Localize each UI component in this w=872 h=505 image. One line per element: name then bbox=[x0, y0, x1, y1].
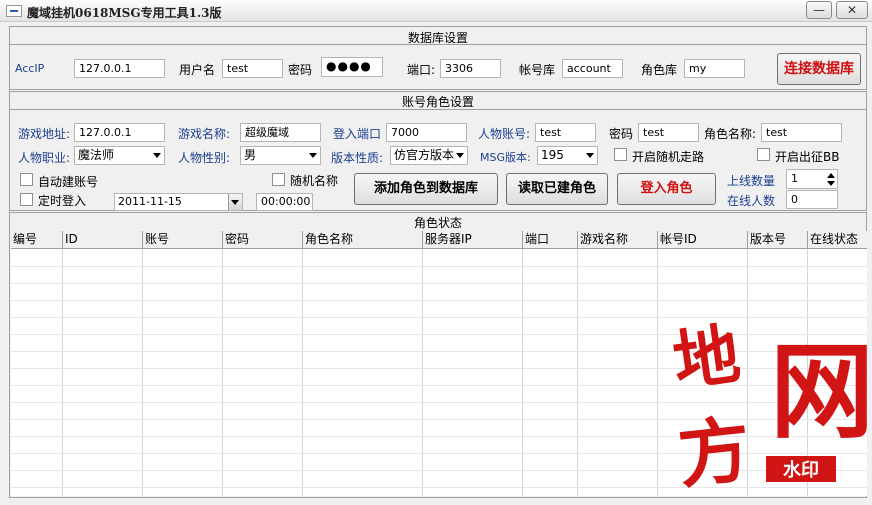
game-address-label: 游戏地址: bbox=[18, 127, 71, 141]
col-header-account[interactable]: 账号 bbox=[143, 231, 223, 249]
db-settings-panel: 数据库设置 AccIP 127.0.0.1 用户名 test 密码 ●●●● 端… bbox=[9, 26, 867, 90]
random-name-checkbox[interactable] bbox=[272, 173, 285, 186]
role-db-label: 角色库 bbox=[641, 63, 678, 77]
account-db-label: 帐号库 bbox=[519, 63, 556, 77]
char-account-input[interactable]: test bbox=[535, 123, 596, 142]
game-address-input[interactable]: 127.0.0.1 bbox=[74, 123, 165, 142]
role-name-input[interactable]: test bbox=[761, 123, 842, 142]
msg-version-select[interactable]: 195 bbox=[537, 146, 598, 165]
gender-value: 男 bbox=[244, 148, 257, 162]
random-walk-checkbox[interactable] bbox=[614, 148, 627, 161]
app-icon bbox=[6, 5, 22, 17]
login-port-label: 登入端口 bbox=[333, 127, 382, 141]
random-walk-label: 开启随机走路 bbox=[632, 150, 705, 164]
watermark-logo: 地 方 网 水印 bbox=[669, 310, 872, 502]
timed-login-checkbox[interactable] bbox=[20, 193, 33, 206]
title-bar: 魔域挂机0618MSG专用工具1.3版 — ✕ bbox=[0, 0, 872, 22]
login-port-input[interactable]: 7000 bbox=[386, 123, 467, 142]
auto-create-label: 自动建账号 bbox=[38, 175, 99, 189]
account-settings-panel: 账号角色设置 游戏地址: 127.0.0.1 游戏名称: 超级魔域 登入端口 7… bbox=[9, 91, 867, 211]
chevron-down-icon bbox=[586, 153, 594, 158]
password-label: 密码 bbox=[288, 63, 313, 77]
msg-version-value: 195 bbox=[541, 148, 564, 162]
table-header: 编号 ID 账号 密码 角色名称 服务器IP 端口 游戏名称 帐号ID 版本号 … bbox=[11, 231, 867, 249]
close-button[interactable]: ✕ bbox=[836, 1, 868, 19]
port-label: 端口: bbox=[407, 63, 436, 77]
col-header-game-name[interactable]: 游戏名称 bbox=[578, 231, 658, 249]
time-input[interactable]: 00:00:00 bbox=[256, 193, 313, 211]
online-count-label: 上线数量 bbox=[727, 174, 776, 188]
random-name-label: 随机名称 bbox=[290, 174, 339, 188]
online-people-label: 在线人数 bbox=[727, 194, 776, 208]
auto-create-checkbox[interactable] bbox=[20, 173, 33, 186]
account-db-input[interactable]: account bbox=[562, 59, 623, 78]
col-header-password[interactable]: 密码 bbox=[223, 231, 303, 249]
date-value: 2011-11-15 bbox=[118, 195, 182, 208]
gender-label: 人物性别: bbox=[178, 151, 231, 165]
role-password-input[interactable]: test bbox=[638, 123, 699, 142]
role-name-label: 角色名称: bbox=[704, 127, 757, 141]
chevron-down-icon bbox=[456, 153, 464, 158]
date-picker[interactable]: 2011-11-15 bbox=[114, 193, 243, 211]
role-password-label: 密码 bbox=[609, 127, 634, 141]
svg-text:地: 地 bbox=[672, 315, 745, 401]
game-name-label: 游戏名称: bbox=[178, 127, 231, 141]
connect-database-button[interactable]: 连接数据库 bbox=[777, 53, 861, 85]
col-header-version[interactable]: 版本号 bbox=[748, 231, 808, 249]
username-label: 用户名 bbox=[179, 63, 216, 77]
msg-version-label: MSG版本: bbox=[480, 151, 531, 164]
online-count-value: 1 bbox=[791, 172, 798, 185]
username-input[interactable]: test bbox=[222, 59, 283, 78]
expedition-label: 开启出征BB bbox=[775, 150, 840, 164]
col-header-id[interactable]: ID bbox=[63, 231, 143, 249]
role-status-title: 角色状态 bbox=[413, 216, 462, 230]
col-header-online-status[interactable]: 在线状态 bbox=[808, 231, 867, 249]
svg-text:水印: 水印 bbox=[783, 459, 819, 481]
expedition-checkbox[interactable] bbox=[757, 148, 770, 161]
char-account-label: 人物账号: bbox=[478, 127, 531, 141]
svg-text:方: 方 bbox=[674, 406, 755, 498]
port-input[interactable]: 3306 bbox=[440, 59, 501, 78]
version-type-value: 仿官方版本 bbox=[394, 148, 455, 162]
online-people-input[interactable]: 0 bbox=[786, 190, 838, 209]
version-type-select[interactable]: 仿官方版本 bbox=[390, 146, 468, 165]
col-header-role-name[interactable]: 角色名称 bbox=[303, 231, 423, 249]
acc-ip-label: AccIP bbox=[15, 62, 45, 75]
gender-select[interactable]: 男 bbox=[240, 146, 321, 165]
svg-text:网: 网 bbox=[770, 330, 872, 453]
profession-value: 魔法师 bbox=[78, 148, 115, 162]
account-settings-title: 账号角色设置 bbox=[401, 95, 474, 109]
read-roles-button[interactable]: 读取已建角色 bbox=[506, 173, 608, 205]
minimize-button[interactable]: — bbox=[806, 1, 832, 19]
col-header-server-ip[interactable]: 服务器IP bbox=[423, 231, 523, 249]
add-role-button[interactable]: 添加角色到数据库 bbox=[354, 173, 498, 205]
profession-select[interactable]: 魔法师 bbox=[74, 146, 165, 165]
acc-ip-input[interactable]: 127.0.0.1 bbox=[74, 59, 165, 78]
chevron-down-icon bbox=[309, 153, 317, 158]
role-db-input[interactable]: my bbox=[684, 59, 745, 78]
version-type-label: 版本性质: bbox=[331, 151, 384, 165]
arrow-up-icon[interactable] bbox=[827, 173, 835, 178]
profession-label: 人物职业: bbox=[18, 151, 71, 165]
password-input[interactable]: ●●●● bbox=[321, 57, 383, 77]
chevron-down-icon bbox=[231, 200, 239, 205]
col-header-port[interactable]: 端口 bbox=[523, 231, 578, 249]
game-name-input[interactable]: 超级魔域 bbox=[240, 123, 321, 142]
col-header-account-id[interactable]: 帐号ID bbox=[658, 231, 748, 249]
col-header-number[interactable]: 编号 bbox=[11, 231, 63, 249]
timed-login-label: 定时登入 bbox=[38, 194, 87, 208]
login-role-button[interactable]: 登入角色 bbox=[617, 173, 716, 205]
chevron-down-icon bbox=[153, 153, 161, 158]
arrow-down-icon[interactable] bbox=[827, 181, 835, 186]
window-title: 魔域挂机0618MSG专用工具1.3版 bbox=[27, 6, 222, 20]
online-count-stepper[interactable]: 1 bbox=[786, 169, 838, 189]
